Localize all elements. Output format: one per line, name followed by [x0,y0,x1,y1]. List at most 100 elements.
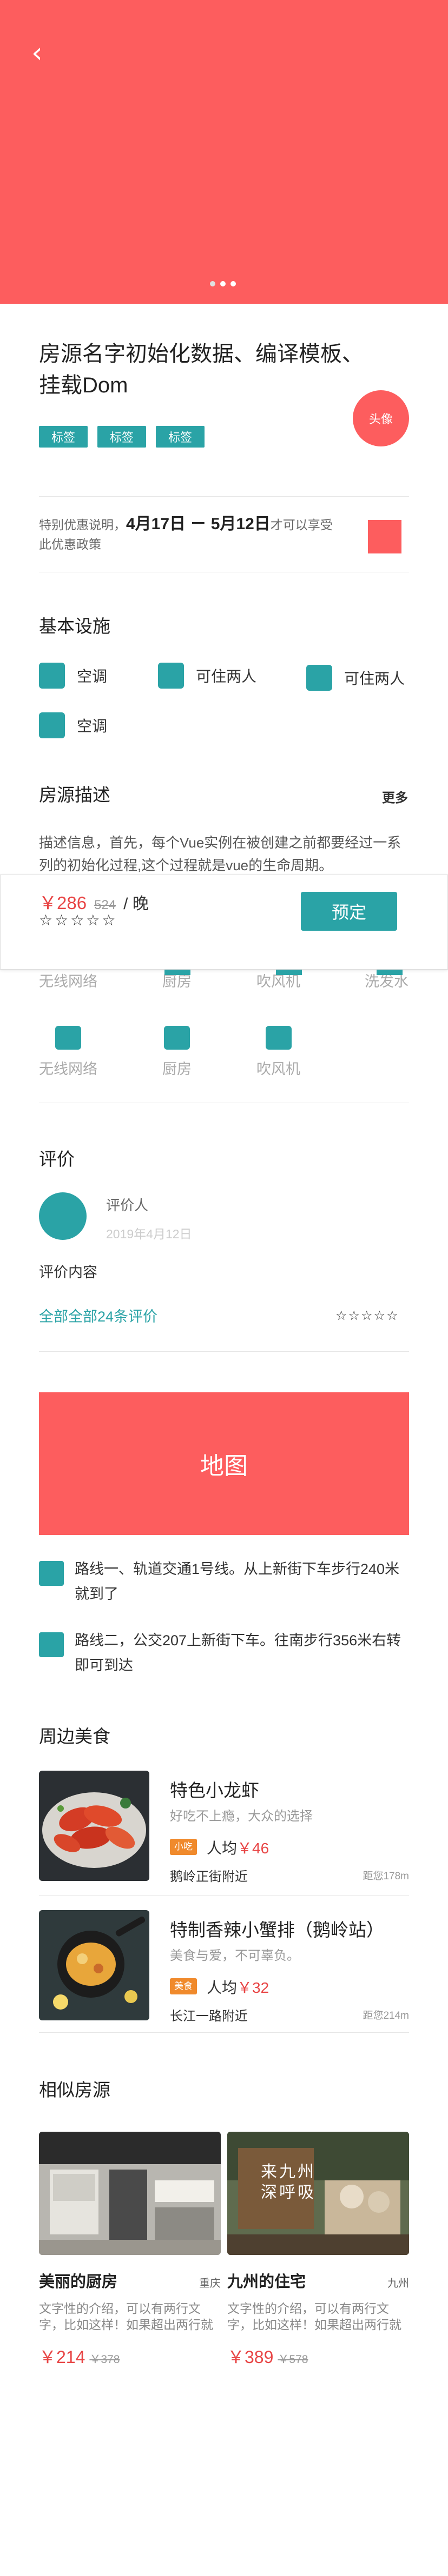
food-distance: 距您214m [363,2010,409,2021]
house-city: 九州 [387,2278,409,2290]
kitchen-icon [164,1026,190,1050]
tag: 标签 [97,426,146,448]
divider [39,496,409,497]
house-sign: 来九州 深呼吸 [261,2163,316,2202]
crab-dish-image [39,1910,149,2020]
divider [39,1351,409,1352]
price-row: ￥286 524 / 晚 [39,889,149,915]
avg-value: ￥46 [237,1840,269,1857]
food-subtitle: 好吃不上瘾，大众的选择 [170,1809,313,1824]
divider [39,1895,409,1896]
food-address: 鹅岭正街附近 [170,1870,248,1884]
house-description: 文字性的介绍，可以有两行文字，比如这样！如果超出两行就省略 [227,2301,401,2332]
air-conditioner-icon [39,663,65,689]
wifi-icon [55,1026,81,1050]
residence-image: 来九州 深呼吸 [227,2132,409,2255]
food-item[interactable]: 特色小龙虾 好吃不上瘾，大众的选择 小吃 人均￥46 鹅岭正街附近 距您178m [39,1771,409,1884]
food-badge: 美食 [170,1978,197,1994]
amenity-label: 无线网络 [39,973,97,990]
guests-icon [306,665,332,691]
all-reviews-link[interactable]: 全部全部24条评价 [39,1305,157,1326]
facility-label: 空调 [77,718,108,735]
hair-dryer-icon [265,1026,292,1050]
facility-label: 空调 [77,668,108,685]
divider [39,2032,409,2033]
facility-label: 可住两人 [196,668,257,685]
listing-title: 房源名字初始化数据、编译模板、挂载Dom [39,342,364,397]
avg-label: 人均 [207,1979,238,1996]
food-address: 长江一路附近 [170,2009,248,2024]
review-stars: ☆☆☆☆☆ [335,1309,399,1323]
guests-icon [158,663,184,689]
reviews-title: 评价 [39,1149,75,1169]
amenity-item: 无线网络 [39,970,97,991]
air-conditioner-icon [39,712,65,738]
food-distance: 距您178m [363,1871,409,1882]
food-item[interactable]: 特制香辣小蟹排（鹅岭站） 美食与爱，不可辜负。 美食 人均￥32 长江一路附近 … [39,1910,409,2024]
shampoo-icon [377,970,403,975]
food-subtitle: 美食与爱，不可辜负。 [170,1948,300,1963]
price-original: 524 [94,898,116,912]
facility-item: 空调 [39,712,107,738]
house-price: ￥214 ￥378 [39,2344,221,2368]
map-view[interactable]: 地图 [39,1392,409,1535]
price-current: ￥286 [39,893,87,913]
tag: 标签 [156,426,205,448]
description-title: 房源描述 [39,785,110,805]
route-item: 路线一、轨道交通1号线。从上新街下车步行240米就到了 [39,1557,407,1606]
food-badge: 小吃 [170,1839,197,1855]
food-name: 特色小龙虾 [170,1780,259,1800]
rating-stars: ☆☆☆☆☆ [39,912,118,929]
kitchen-icon [164,970,190,975]
tag-list: 标签 标签 标签 [39,426,205,448]
promo-prefix: 特别优惠说明， [39,518,126,532]
food-average-price: 人均￥46 [207,1837,269,1858]
food-title: 周边美食 [39,1726,110,1746]
facility-item: 可住两人 [306,665,405,691]
host-avatar[interactable]: 头像 [353,390,409,446]
back-icon[interactable]: ‹ [31,39,53,67]
promo-text: 特别优惠说明，4月17日 － 5月12日才可以享受此优惠政策 [39,515,342,554]
amenity-label: 无线网络 [39,1061,97,1077]
route-icon [39,1561,64,1586]
house-description: 文字性的介绍，可以有两行文字，比如这样！如果超出两行就省略 [39,2301,213,2332]
crayfish-image [39,1771,149,1881]
food-name: 特制香辣小蟹排（鹅岭站） [170,1920,384,1940]
book-button[interactable]: 预定 [301,892,397,931]
similar-house-card[interactable]: 美丽的厨房 重庆 文字性的介绍，可以有两行文字，比如这样！如果超出两行就省略 ￥2… [39,2132,221,2368]
carousel-dot[interactable] [210,281,215,286]
house-name: 九州的住宅 [227,2273,306,2291]
amenity-item: 无线网络 [39,1026,97,1078]
similar-house-card[interactable]: 来九州 深呼吸 九州的住宅 九州 文字性的介绍，可以有两行文字，比如这样！如果超出… [227,2132,409,2368]
avg-value: ￥32 [237,1979,269,1996]
avg-label: 人均 [207,1840,238,1857]
description-text: 描述信息，首先，每个Vue实例在被创建之前都要经过一系列的初始化过程,这个过程就… [39,835,401,873]
carousel-dot[interactable] [230,281,236,286]
house-price-current: ￥389 [227,2347,274,2367]
amenity-label: 厨房 [162,1061,192,1077]
amenity-item: 吹风机 [256,1026,300,1078]
hero-banner[interactable] [0,0,448,304]
carousel-dot[interactable] [220,281,226,286]
route-item: 路线二，公交207上新街下车。往南步行356米右转即可到达 [39,1628,407,1678]
reviewer-name: 评价人 [106,1197,149,1213]
promo-icon[interactable] [368,520,401,553]
house-price: ￥389 ￥578 [227,2344,409,2368]
reviewer-avatar [39,1192,87,1240]
house-city: 重庆 [199,2278,221,2290]
description-more-link[interactable]: 更多 [382,787,408,806]
promo-dates: 4月17日 － 5月12日 [126,515,271,533]
house-price-current: ￥214 [39,2347,85,2367]
house-price-original: ￥378 [89,2353,120,2366]
facilities-title: 基本设施 [39,616,110,636]
facility-label: 可住两人 [344,670,405,687]
review-date: 2019年4月12日 [106,1227,192,1241]
tag: 标签 [39,426,88,448]
route-text: 路线一、轨道交通1号线。从上新街下车步行240米就到了 [75,1561,400,1602]
route-text: 路线二，公交207上新街下车。往南步行356米右转即可到达 [75,1632,401,1673]
hair-dryer-icon [276,970,302,975]
review-content: 评价内容 [39,1264,97,1280]
amenity-label: 吹风机 [256,1061,300,1077]
house-name: 美丽的厨房 [39,2273,118,2291]
facility-item: 空调 [39,663,107,689]
